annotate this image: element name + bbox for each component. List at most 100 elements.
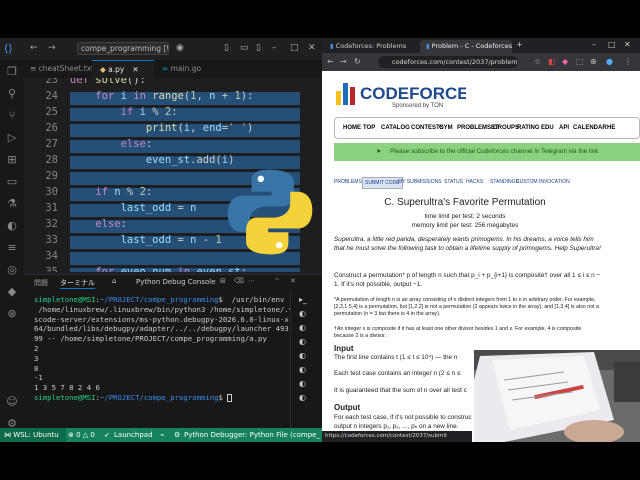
extension-icon[interactable]: ◧	[548, 56, 556, 68]
run-debug-icon[interactable]: ▷	[6, 132, 18, 144]
terminal-entry-icon[interactable]: ◐	[299, 323, 306, 332]
close-icon[interactable]: ✕	[308, 42, 316, 55]
tab-close-icon[interactable]: ✕	[132, 65, 138, 74]
extension-icon[interactable]: ⬚	[576, 56, 584, 68]
explorer-icon[interactable]: ❐	[6, 66, 18, 78]
menu-item[interactable]: TOP	[363, 118, 375, 138]
browser-tab-problem-c[interactable]: ▮ Problem - C - Codeforces	[420, 40, 512, 53]
menu-item[interactable]: GYM	[439, 118, 453, 138]
search-icon[interactable]: ⚲	[6, 88, 18, 100]
errors-indicator[interactable]: ⊗ 0 △ 0	[68, 428, 95, 442]
menu-icon[interactable]: ⋮	[624, 56, 632, 68]
problem-submenu: PROBLEMS SUBMIT CODE MY SUBMISSIONS STATUS H…	[334, 176, 640, 189]
minimize-icon[interactable]: –	[272, 42, 277, 55]
terminal-entry-icon[interactable]: ◐	[299, 309, 306, 318]
browser-tab-label: Problem - C - Codeforces	[431, 42, 512, 50]
terminal-session-label[interactable]: Python Debug Console	[136, 278, 216, 286]
menu-item[interactable]: HOME	[343, 118, 361, 138]
memory-limit: memory limit per test: 256 megabytes	[411, 222, 519, 229]
problem-statement: Construct a permutation* p of length n s…	[334, 272, 601, 288]
tab-problems[interactable]: 問題	[34, 278, 48, 288]
reload-icon[interactable]: ↻	[354, 56, 361, 68]
ports-icon[interactable]: ⌁	[160, 428, 164, 442]
more-actions-icon[interactable]: ⋯	[248, 277, 255, 285]
new-tab-icon[interactable]: +	[516, 40, 523, 49]
menu-item[interactable]: RATING	[517, 118, 540, 138]
menu-item[interactable]: HE	[607, 118, 615, 138]
command-center[interactable]: compe_programming [WS...	[77, 42, 169, 55]
menu-item[interactable]: CALENDAR	[573, 118, 607, 138]
menu-item[interactable]: API	[559, 118, 569, 138]
activity-bar: ❐ ⚲ ⑂ ▷ ⊞ ▭ ⚗ ◐ ≡ ◎ ◆ ⊛ ☺ ⚙	[0, 60, 24, 442]
back-arrow-icon[interactable]: ←	[327, 56, 334, 68]
go-icon[interactable]: ◐	[6, 220, 18, 232]
extension-icon[interactable]: ◆	[562, 56, 568, 68]
submenu-item[interactable]: SUBMIT CODE	[362, 177, 403, 189]
tab-main-go[interactable]: ∞ main.go	[158, 60, 218, 78]
menu-item[interactable]: EDU	[541, 118, 554, 138]
main-menu: HOME TOP CATALOG CONTESTS GYM PROBLEMSET GROUP…	[334, 117, 640, 139]
menu-item[interactable]: CATALOG	[381, 118, 410, 138]
close-icon[interactable]: ✕	[624, 40, 631, 49]
terminal-entry-icon[interactable]: ◐	[299, 365, 306, 374]
split-terminal-icon[interactable]: ⊞	[220, 277, 226, 285]
tab-cheatsheet[interactable]: ≡ cheatSheet.txt	[24, 60, 94, 78]
trash-icon[interactable]: ⌫	[234, 277, 244, 285]
database-icon[interactable]: ⊛	[6, 308, 18, 320]
maximize-icon[interactable]: □	[608, 40, 616, 49]
secondary-sidebar-toggle-icon[interactable]: ▯	[256, 42, 261, 55]
codeforces-logo[interactable]: CODEFORCES Sponsored by TON	[334, 77, 466, 109]
forward-arrow-icon[interactable]: →	[340, 56, 347, 68]
extensions-icon[interactable]: ⊞	[6, 154, 18, 166]
panel-toggle-icon[interactable]: ▭	[240, 42, 249, 55]
url-field[interactable]: codeforces.com/contest/2037/problem/C	[378, 56, 518, 68]
terminal[interactable]: simpletone@MSI:~/PROJECT/compe_programmi…	[24, 289, 322, 428]
docker-icon[interactable]: ≡	[6, 242, 18, 254]
minimize-icon[interactable]: –	[592, 40, 596, 49]
address-bar-row: ← → ↻ codeforces.com/contest/2037/proble…	[322, 53, 640, 71]
sidebar-toggle-icon[interactable]: ▯	[224, 42, 229, 55]
editor-tabs: ≡ cheatSheet.txt ◆ a.py ✕ ∞ main.go	[24, 60, 322, 78]
terminal-line: 64/bundled/libs/debugpy/adapter/../../de…	[34, 324, 289, 334]
terminal-entry-icon[interactable]: ▸_	[299, 295, 307, 304]
submenu-item[interactable]: STATUS	[444, 176, 463, 188]
submenu-item[interactable]: STANDINGS	[490, 176, 519, 188]
browser-tab-problems[interactable]: ▮ Codeforces: Problems	[324, 40, 416, 53]
telegram-banner[interactable]: ➤ Please subscribe to the official Codef…	[334, 143, 640, 161]
account-icon[interactable]: ☺	[6, 396, 18, 408]
code-line: even_st.add(i)	[145, 154, 235, 166]
submenu-item[interactable]: HACKS	[466, 176, 483, 188]
forward-arrow-icon[interactable]: →	[48, 42, 56, 55]
close-panel-icon[interactable]: ✕	[290, 277, 296, 285]
remote-indicator[interactable]: ⋈ WSL: Ubuntu	[0, 428, 66, 442]
terminal-entry-icon[interactable]: ◐	[299, 351, 306, 360]
testing-icon[interactable]: ⚗	[6, 198, 18, 210]
tab-terminal[interactable]: ターミナル	[60, 278, 95, 289]
terminal-entry-icon[interactable]: ◐	[299, 379, 306, 388]
telegram-icon: ➤	[376, 148, 382, 155]
source-control-icon[interactable]: ⑂	[6, 110, 18, 122]
copilot-icon[interactable]: ◉	[176, 42, 184, 55]
maximize-icon[interactable]: □	[290, 42, 299, 55]
star-icon[interactable]: ☆	[534, 56, 541, 68]
profile-avatar[interactable]: ●	[606, 56, 613, 68]
submenu-item[interactable]: CUSTOM INVOCATION	[516, 176, 570, 188]
debug-config-label[interactable]: Python Debugger: Python File (compe_	[184, 428, 320, 442]
line-number: 32	[45, 218, 58, 230]
python-icon[interactable]: ◆	[6, 286, 18, 298]
footnote-permutation: *A permutation of length n is an array c…	[334, 297, 599, 318]
maximize-panel-icon[interactable]: ⌃	[274, 277, 280, 285]
terminal-entry-icon[interactable]: ◐	[299, 337, 306, 346]
copilot-chat-icon[interactable]: ◎	[6, 264, 18, 276]
tab-a-py[interactable]: ◆ a.py ✕	[92, 60, 154, 78]
menu-item[interactable]: GROUPS	[493, 118, 519, 138]
back-arrow-icon[interactable]: ←	[30, 42, 38, 55]
extensions-puzzle-icon[interactable]: ⊕	[590, 56, 597, 68]
submenu-item[interactable]: PROBLEMS	[334, 176, 362, 188]
remote-explorer-icon[interactable]: ▭	[6, 176, 18, 188]
submenu-item[interactable]: MY SUBMISSIONS	[398, 176, 442, 188]
vscode-logo-icon: ⟨⟩	[4, 42, 13, 55]
terminal-entry-icon[interactable]: ◐	[299, 393, 306, 402]
launchpad-button[interactable]: Launchpad	[114, 428, 153, 442]
code-editor[interactable]: 23 def solve(): 24 for i in range(1, n + 1…	[24, 78, 322, 272]
